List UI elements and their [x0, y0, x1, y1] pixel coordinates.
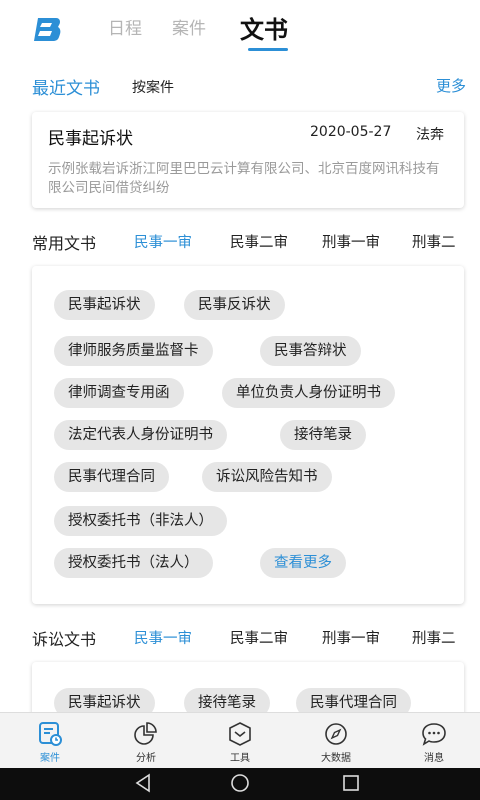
nav-label: 工具: [230, 753, 250, 764]
view-more-button[interactable]: 查看更多: [260, 548, 346, 578]
tab-criminal-second[interactable]: 刑事二: [412, 627, 456, 648]
chip-civil-complaint[interactable]: 民事起诉状: [54, 290, 155, 320]
nav-label: 案件: [40, 753, 60, 764]
tab-civil-second[interactable]: 民事二审: [230, 231, 288, 252]
recent-docs-header: 最近文书 按案件 更多: [0, 70, 480, 100]
tab-civil-first[interactable]: 民事一审: [134, 231, 192, 252]
litigation-docs-title: 诉讼文书: [32, 630, 97, 649]
more-link[interactable]: 更多: [436, 75, 466, 96]
toolbox-icon: [229, 722, 251, 746]
tab-criminal-first[interactable]: 刑事一审: [322, 627, 380, 648]
litigation-docs-header: 诉讼文书 民事一审 民事二审 刑事一审 刑事二: [0, 624, 480, 652]
chip-risk-notice[interactable]: 诉讼风险告知书: [202, 462, 332, 492]
tab-criminal-first[interactable]: 刑事一审: [322, 231, 380, 252]
recent-docs-tab[interactable]: 最近文书: [32, 74, 100, 99]
back-icon[interactable]: [132, 772, 154, 794]
home-icon[interactable]: [229, 772, 251, 794]
chip-reception-record[interactable]: 接待笔录: [280, 420, 366, 450]
recent-doc-card[interactable]: 民事起诉状 2020-05-27 法奔 示例张载岩诉浙江阿里巴巴云计算有限公司、…: [32, 112, 464, 208]
pie-chart-icon: [134, 722, 157, 745]
top-tab-bar: 日程 案件 文书: [0, 0, 480, 60]
tab-criminal-second[interactable]: 刑事二: [412, 231, 456, 252]
common-docs-title: 常用文书: [32, 234, 97, 253]
compass-icon: [325, 723, 347, 745]
active-tab-indicator: [248, 48, 288, 51]
nav-messages[interactable]: 消息: [404, 713, 464, 769]
bottom-nav: 案件 分析 工具 大数据 消息: [0, 712, 480, 768]
doc-title: 民事起诉状: [48, 129, 133, 149]
chip-investigation-letter[interactable]: 律师调查专用函: [54, 378, 184, 408]
chip-legal-rep-id[interactable]: 法定代表人身份证明书: [54, 420, 227, 450]
chat-icon: [422, 723, 446, 746]
common-docs-card: 民事起诉状 民事反诉状 律师服务质量监督卡 民事答辩状 律师调查专用函 单位负责…: [32, 266, 464, 604]
tab-cases[interactable]: 案件: [172, 14, 206, 39]
app-logo-icon: [34, 18, 61, 41]
app-screen: 日程 案件 文书 最近文书 按案件 更多 民事起诉状 2020-05-27 法奔…: [0, 0, 480, 800]
recents-icon[interactable]: [340, 772, 362, 794]
chip-civil-counterclaim[interactable]: 民事反诉状: [184, 290, 285, 320]
nav-cases[interactable]: 案件: [20, 713, 80, 769]
tab-civil-second[interactable]: 民事二审: [230, 627, 288, 648]
chip-service-quality-card[interactable]: 律师服务质量监督卡: [54, 336, 213, 366]
by-case-tab[interactable]: 按案件: [132, 77, 174, 97]
nav-analysis[interactable]: 分析: [116, 713, 176, 769]
chip-power-of-attorney-legal[interactable]: 授权委托书（法人）: [54, 548, 213, 578]
doc-date: 2020-05-27: [310, 124, 392, 140]
doc-owner: 法奔: [416, 127, 444, 143]
common-docs-header: 常用文书 民事一审 民事二审 刑事一审 刑事二: [0, 228, 480, 256]
tab-schedule[interactable]: 日程: [108, 14, 142, 39]
chip-civil-defense[interactable]: 民事答辩状: [260, 336, 361, 366]
system-nav-bar: [0, 768, 480, 800]
doc-description: 示例张载岩诉浙江阿里巴巴云计算有限公司、北京百度网讯科技有限公司民间借贷纠纷: [48, 161, 440, 196]
nav-label: 大数据: [321, 753, 351, 764]
chip-power-of-attorney-nonlegal[interactable]: 授权委托书（非法人）: [54, 506, 227, 536]
tab-documents[interactable]: 文书: [240, 10, 288, 45]
chip-agency-contract[interactable]: 民事代理合同: [54, 462, 169, 492]
case-icon: [39, 722, 62, 746]
nav-big-data[interactable]: 大数据: [306, 713, 366, 769]
chip-unit-head-id[interactable]: 单位负责人身份证明书: [222, 378, 395, 408]
nav-label: 分析: [136, 753, 156, 764]
tab-civil-first[interactable]: 民事一审: [134, 627, 192, 648]
nav-tools[interactable]: 工具: [210, 713, 270, 769]
nav-label: 消息: [424, 753, 444, 764]
